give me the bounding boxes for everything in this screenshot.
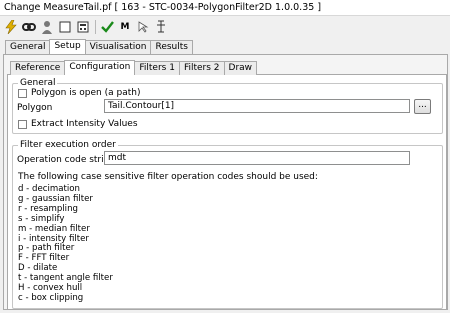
link-icon[interactable] — [21, 19, 37, 35]
m-button[interactable]: M — [117, 19, 133, 35]
cursor-icon[interactable] — [135, 19, 151, 35]
tab-filters-1[interactable]: Filters 1 — [134, 61, 180, 75]
extract-intensity-checkbox[interactable] — [18, 120, 27, 129]
main-tabs: General Setup Visualisation Results — [5, 39, 193, 54]
person-icon[interactable] — [39, 19, 55, 35]
opcode-list: d - decimation g - gaussian filter r - r… — [18, 184, 113, 304]
filter-order-legend: Filter execution order — [18, 140, 118, 151]
toolbar-separator — [95, 19, 96, 34]
list-item: c - box clipping — [18, 292, 84, 303]
tab-general[interactable]: General — [5, 40, 51, 54]
square-icon[interactable] — [57, 19, 73, 35]
calculator-icon[interactable] — [75, 19, 91, 35]
tab-setup[interactable]: Setup — [49, 39, 86, 54]
opcode-field[interactable]: mdt — [104, 151, 410, 165]
tab-reference[interactable]: Reference — [10, 61, 66, 75]
help-intro: The following case sensitive filter oper… — [18, 172, 318, 182]
text-cursor-icon[interactable] — [153, 19, 169, 35]
window-title: Change MeasureTail.pf [ 163 - STC-0034-P… — [0, 0, 450, 16]
polygon-label: Polygon — [17, 103, 53, 113]
polygon-open-label: Polygon is open (a path) — [31, 88, 141, 98]
toolbar: M — [0, 18, 450, 35]
lightning-icon[interactable] — [3, 19, 19, 35]
setup-tabs: Reference Configuration Filters 1 Filter… — [10, 60, 258, 75]
tab-results[interactable]: Results — [150, 40, 193, 54]
polygon-browse-button[interactable]: ... — [414, 99, 431, 114]
polygon-field[interactable]: Tail.Contour[1] — [104, 99, 410, 113]
extract-intensity-label: Extract Intensity Values — [31, 119, 138, 129]
opcode-label: Operation code string — [17, 155, 116, 165]
tab-configuration[interactable]: Configuration — [64, 60, 136, 75]
tab-visualisation[interactable]: Visualisation — [84, 40, 152, 54]
checkmark-icon[interactable] — [99, 19, 115, 35]
tab-draw[interactable]: Draw — [223, 61, 258, 75]
polygon-open-checkbox[interactable] — [18, 89, 27, 98]
tab-filters-2[interactable]: Filters 2 — [178, 61, 225, 75]
